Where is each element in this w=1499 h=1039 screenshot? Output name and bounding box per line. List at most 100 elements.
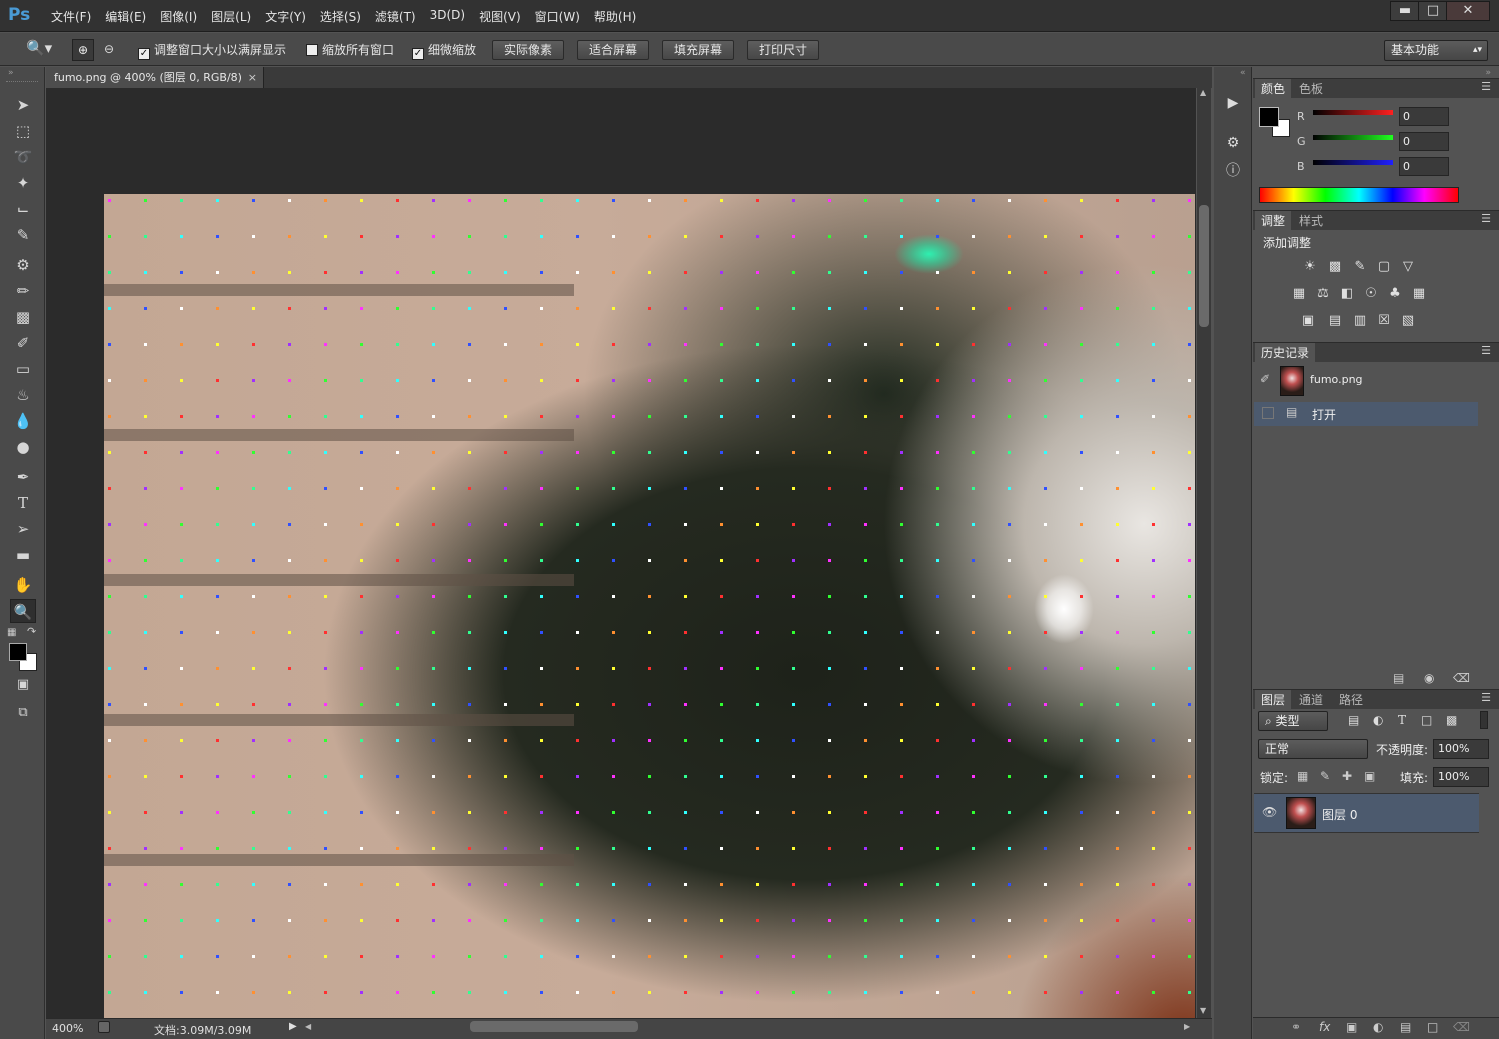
- color-lookup-icon[interactable]: ▦: [1409, 285, 1429, 303]
- add-mask-icon[interactable]: ▣: [1346, 1020, 1357, 1034]
- paint-bucket-tool-icon[interactable]: ♨: [10, 383, 36, 407]
- selective-color-icon[interactable]: ☒: [1374, 312, 1394, 330]
- toolbox-grip[interactable]: [6, 81, 38, 83]
- workspace-switcher[interactable]: 基本功能 ▴▾: [1384, 40, 1488, 61]
- zoom-in-icon[interactable]: ⊕: [72, 39, 94, 61]
- collapse-arrows-icon[interactable]: »: [8, 68, 14, 78]
- quick-mask-icon[interactable]: ▣: [10, 673, 36, 697]
- tab-channels[interactable]: 通道: [1293, 690, 1329, 710]
- tab-swatches[interactable]: 色板: [1293, 79, 1329, 99]
- foreground-color-swatch[interactable]: [9, 643, 27, 661]
- history-step-row[interactable]: ▤ 打开: [1254, 402, 1478, 426]
- new-layer-icon[interactable]: □: [1427, 1020, 1438, 1034]
- filter-pixel-icon[interactable]: ▤: [1348, 713, 1359, 727]
- new-document-from-state-icon[interactable]: ▤: [1393, 671, 1404, 685]
- trash-icon[interactable]: ⌫: [1453, 671, 1470, 685]
- horizontal-scroll-thumb[interactable]: [470, 1021, 638, 1032]
- threshold-icon[interactable]: ▥: [1350, 312, 1370, 330]
- filter-smart-object-icon[interactable]: ▩: [1446, 713, 1457, 727]
- filter-shape-icon[interactable]: □: [1421, 713, 1432, 727]
- scroll-right-icon[interactable]: ▶: [1184, 1022, 1190, 1031]
- rectangle-tool-icon[interactable]: ▬: [10, 543, 36, 567]
- checkbox-unchecked-icon[interactable]: [306, 44, 318, 56]
- link-layers-icon[interactable]: ⚭: [1291, 1020, 1301, 1034]
- blur-tool-icon[interactable]: 💧: [10, 409, 36, 433]
- menu-edit[interactable]: 编辑(E): [98, 8, 153, 25]
- lock-all-icon[interactable]: ▣: [1364, 769, 1375, 783]
- vibrance-icon[interactable]: ▽: [1398, 258, 1418, 276]
- vertical-scroll-thumb[interactable]: [1199, 205, 1209, 327]
- opacity-field[interactable]: 100%: [1433, 739, 1489, 759]
- close-tab-icon[interactable]: ×: [248, 67, 257, 88]
- brightness-icon[interactable]: ☀: [1300, 258, 1320, 276]
- photo-filter-icon[interactable]: ☉: [1361, 285, 1381, 303]
- blue-slider[interactable]: [1313, 160, 1393, 165]
- red-value-field[interactable]: 0: [1399, 107, 1449, 126]
- collapse-arrows-icon[interactable]: «: [1240, 68, 1246, 78]
- tab-paths[interactable]: 路径: [1333, 690, 1369, 710]
- status-menu-arrow-icon[interactable]: ▶: [289, 1021, 297, 1032]
- properties-icon[interactable]: ⚙: [1222, 132, 1244, 154]
- marquee-tool-icon[interactable]: ⬚: [10, 119, 36, 143]
- panel-menu-icon[interactable]: ☰: [1481, 212, 1491, 225]
- panel-menu-icon[interactable]: ☰: [1481, 80, 1491, 93]
- checkbox-checked-icon[interactable]: ✓: [412, 48, 424, 60]
- layer-filter-kind-select[interactable]: ⌕ 类型: [1258, 711, 1328, 731]
- menu-view[interactable]: 视图(V): [472, 8, 528, 25]
- layer-style-icon[interactable]: fx: [1319, 1020, 1330, 1034]
- tab-color[interactable]: 颜色: [1255, 79, 1292, 99]
- color-spectrum-bar[interactable]: [1259, 187, 1459, 203]
- magic-wand-tool-icon[interactable]: ✦: [10, 171, 36, 195]
- zoom-all-windows-checkbox[interactable]: 缩放所有窗口: [306, 41, 394, 58]
- proof-icon[interactable]: [98, 1021, 110, 1033]
- zoom-tool-preset-icon[interactable]: 🔍▾: [26, 39, 52, 57]
- hue-saturation-icon[interactable]: ▦: [1289, 285, 1309, 303]
- minimize-button[interactable]: ▬: [1390, 1, 1420, 21]
- red-slider[interactable]: [1313, 110, 1393, 115]
- close-button[interactable]: ✕: [1446, 1, 1490, 21]
- menu-window[interactable]: 窗口(W): [528, 8, 587, 25]
- green-value-field[interactable]: 0: [1399, 132, 1449, 151]
- collapse-arrows-icon[interactable]: »: [1485, 68, 1491, 78]
- menu-layer[interactable]: 图层(L): [204, 8, 258, 25]
- menu-help[interactable]: 帮助(H): [587, 8, 643, 25]
- tab-layers[interactable]: 图层: [1255, 690, 1292, 710]
- posterize-icon[interactable]: ▤: [1325, 312, 1345, 330]
- layer-name[interactable]: 图层 0: [1322, 806, 1357, 823]
- foreground-color-swatch[interactable]: [1259, 107, 1279, 127]
- clone-stamp-tool-icon[interactable]: ▩: [10, 305, 36, 329]
- panel-menu-icon[interactable]: ☰: [1481, 344, 1491, 357]
- blue-value-field[interactable]: 0: [1399, 157, 1449, 176]
- menu-select[interactable]: 选择(S): [313, 8, 368, 25]
- curves-icon[interactable]: ✎: [1350, 258, 1370, 276]
- layer-row[interactable]: 👁 图层 0: [1254, 793, 1479, 833]
- menu-type[interactable]: 文字(Y): [258, 8, 313, 25]
- channel-mixer-icon[interactable]: ♣: [1385, 285, 1405, 303]
- tab-styles[interactable]: 样式: [1293, 211, 1329, 231]
- tab-adjustments[interactable]: 调整: [1255, 211, 1292, 231]
- exposure-icon[interactable]: ▢: [1374, 258, 1394, 276]
- move-tool-icon[interactable]: ➤: [10, 93, 36, 117]
- lock-transparency-icon[interactable]: ▦: [1297, 769, 1308, 783]
- print-size-button[interactable]: 打印尺寸: [747, 40, 820, 60]
- fit-screen-button[interactable]: 适合屏幕: [577, 40, 650, 60]
- history-source-checkbox[interactable]: [1262, 407, 1274, 419]
- green-slider[interactable]: [1313, 135, 1393, 140]
- type-tool-icon[interactable]: T: [10, 491, 36, 515]
- hand-tool-icon[interactable]: ✋: [10, 573, 36, 597]
- dodge-tool-icon[interactable]: ●: [10, 435, 36, 459]
- healing-brush-tool-icon[interactable]: ⚙: [10, 253, 36, 277]
- camera-icon[interactable]: ◉: [1424, 671, 1434, 685]
- lock-position-icon[interactable]: ✚: [1342, 769, 1352, 783]
- scroll-down-icon[interactable]: ▼: [1200, 1006, 1206, 1015]
- maximize-button[interactable]: □: [1418, 1, 1448, 21]
- filter-adjustment-icon[interactable]: ◐: [1373, 713, 1383, 727]
- menu-image[interactable]: 图像(I): [153, 8, 204, 25]
- invert-icon[interactable]: ▣: [1298, 312, 1318, 330]
- info-icon[interactable]: ⓘ: [1222, 160, 1244, 182]
- resize-windows-checkbox[interactable]: ✓ 调整窗口大小以满屏显示: [138, 41, 286, 60]
- scroll-up-icon[interactable]: ▲: [1200, 88, 1206, 97]
- document-image[interactable]: [104, 194, 1195, 1018]
- document-tab[interactable]: fumo.png @ 400% (图层 0, RGB/8) ×: [46, 67, 264, 88]
- color-balance-icon[interactable]: ⚖: [1313, 285, 1333, 303]
